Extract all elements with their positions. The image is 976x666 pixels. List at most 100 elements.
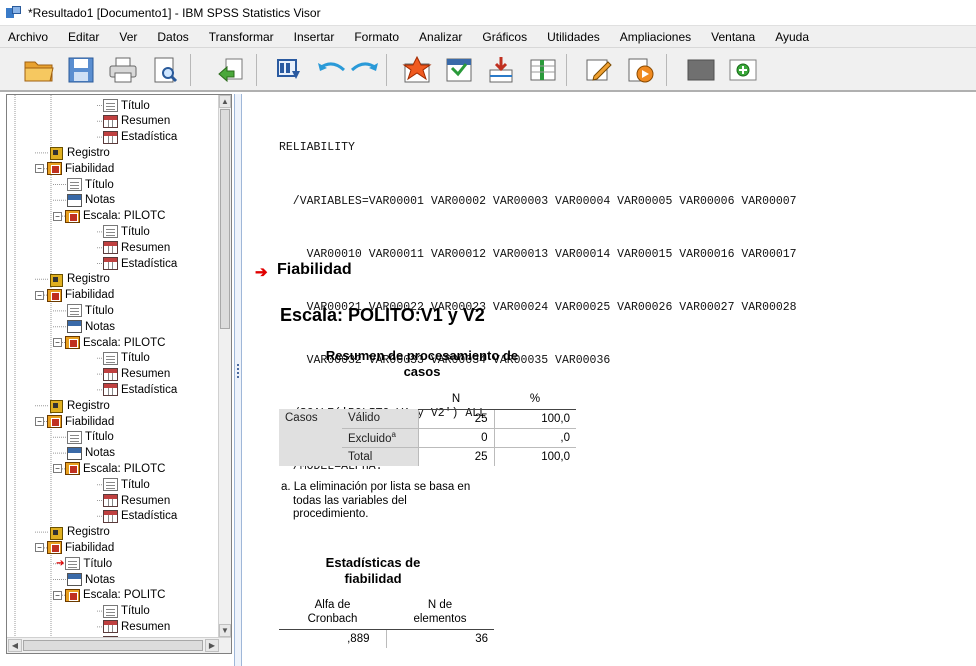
- collapse-icon[interactable]: −: [35, 290, 44, 300]
- outline-horizontal-scrollbar[interactable]: ◀ ▶: [7, 637, 231, 653]
- collapse-icon[interactable]: −: [53, 338, 62, 347]
- outline-item[interactable]: Registro: [49, 525, 110, 540]
- save-icon[interactable]: [64, 54, 98, 86]
- table-icon: [103, 241, 118, 255]
- outline-item[interactable]: Título: [103, 477, 150, 492]
- hide-icon[interactable]: [684, 54, 718, 86]
- outline-item[interactable]: − Fiabilidad: [35, 540, 114, 555]
- scroll-thumb[interactable]: [220, 109, 230, 329]
- outline-item[interactable]: − Fiabilidad: [35, 288, 114, 303]
- script-icon[interactable]: [624, 54, 658, 86]
- outline-item[interactable]: − Escala: POLITC: [53, 588, 165, 603]
- section-heading[interactable]: Fiabilidad: [277, 261, 352, 279]
- outline-item[interactable]: Título: [67, 430, 114, 445]
- insert-cases-icon[interactable]: [484, 54, 518, 86]
- redo-icon[interactable]: [348, 54, 382, 86]
- scale-heading[interactable]: Escala: POLITO:V1 y V2: [280, 305, 485, 326]
- outline-item[interactable]: − Fiabilidad: [35, 414, 114, 429]
- undo-icon[interactable]: [314, 54, 348, 86]
- current-item-arrow-icon: ➔: [255, 264, 268, 281]
- outline-item[interactable]: Título: [67, 303, 114, 318]
- menu-utilidades[interactable]: Utilidades: [537, 30, 610, 44]
- outline-tree: Título Resumen Estadística Registro − Fiabili…: [7, 95, 219, 650]
- dialog-recall-icon[interactable]: [272, 54, 306, 86]
- menu-insertar[interactable]: Insertar: [284, 30, 345, 44]
- print-preview-icon[interactable]: [148, 54, 182, 86]
- menu-graficos[interactable]: Gráficos: [472, 30, 537, 44]
- collapse-icon[interactable]: −: [35, 417, 44, 426]
- menu-formato[interactable]: Formato: [344, 30, 409, 44]
- menu-ventana[interactable]: Ventana: [701, 30, 765, 44]
- splitter-grip-icon[interactable]: [237, 364, 239, 380]
- outline-item[interactable]: Título: [103, 98, 150, 113]
- collapse-icon[interactable]: −: [53, 211, 62, 221]
- outline-item[interactable]: Notas: [67, 572, 115, 587]
- syntax-line: VAR00010 VAR00011 VAR00012 VAR00013 VAR0…: [279, 247, 797, 261]
- outline-item[interactable]: ➔ Título: [56, 556, 112, 571]
- cell-n-items: 36: [385, 629, 494, 648]
- menu-bar: Archivo Editar Ver Datos Transformar Ins…: [0, 26, 976, 48]
- menu-ampliaciones[interactable]: Ampliaciones: [610, 30, 701, 44]
- goto-case-icon[interactable]: [400, 54, 434, 86]
- scroll-down-icon[interactable]: ▼: [219, 624, 231, 637]
- log-icon: [49, 146, 64, 161]
- export-icon[interactable]: [214, 54, 248, 86]
- outline-item[interactable]: Resumen: [103, 114, 170, 129]
- scroll-right-icon[interactable]: ▶: [205, 639, 219, 652]
- outline-item[interactable]: Estadística: [103, 130, 177, 145]
- menu-transformar[interactable]: Transformar: [199, 30, 284, 44]
- insert-variables-icon[interactable]: [526, 54, 560, 86]
- outline-item-label: Fiabilidad: [65, 162, 115, 175]
- outline-item[interactable]: Notas: [67, 319, 115, 334]
- outline-item[interactable]: Título: [103, 224, 150, 239]
- horizontal-scroll-thumb[interactable]: [23, 640, 203, 651]
- outline-item[interactable]: Estadística: [103, 256, 177, 271]
- notes-icon: [67, 573, 82, 586]
- book-icon: [65, 336, 80, 349]
- collapse-icon[interactable]: −: [53, 590, 62, 600]
- show-icon[interactable]: [726, 54, 760, 86]
- outline-item[interactable]: Notas: [67, 193, 115, 208]
- table-header-row: N %: [279, 390, 576, 410]
- outline-item[interactable]: Resumen: [103, 493, 170, 508]
- outline-vertical-scrollbar[interactable]: ▲ ▼: [218, 95, 231, 637]
- outline-item[interactable]: Resumen: [103, 240, 170, 255]
- outline-item[interactable]: Título: [103, 604, 150, 619]
- outline-item[interactable]: Registro: [49, 145, 110, 161]
- menu-datos[interactable]: Datos: [147, 30, 198, 44]
- output-content-pane[interactable]: RELIABILITY /VARIABLES=VAR00001 VAR00002…: [243, 94, 976, 666]
- outline-item[interactable]: Notas: [67, 446, 115, 461]
- log-icon: [49, 399, 64, 414]
- outline-item[interactable]: − Escala: PILOTC: [53, 335, 165, 350]
- collapse-icon[interactable]: −: [35, 164, 44, 174]
- outline-item[interactable]: Resumen: [103, 619, 170, 634]
- menu-ayuda[interactable]: Ayuda: [765, 30, 819, 44]
- outline-item[interactable]: − Fiabilidad: [35, 161, 114, 176]
- scroll-left-icon[interactable]: ◀: [8, 639, 22, 652]
- outline-item[interactable]: Registro: [49, 272, 110, 287]
- outline-item[interactable]: − Escala: PILOTC: [53, 461, 165, 476]
- menu-analizar[interactable]: Analizar: [409, 30, 472, 44]
- outline-item[interactable]: Estadística: [103, 382, 177, 397]
- collapse-icon[interactable]: −: [53, 464, 62, 474]
- print-icon[interactable]: [106, 54, 140, 86]
- case-summary-table[interactable]: N % Casos Válido 25 100,0 Excluidoa 0 ,0…: [279, 390, 576, 466]
- create-edit-icon[interactable]: [582, 54, 616, 86]
- outline-item[interactable]: Registro: [49, 398, 110, 414]
- book-icon: [65, 588, 80, 602]
- outline-item[interactable]: − Escala: PILOTC: [53, 209, 165, 224]
- outline-item[interactable]: Título: [67, 177, 114, 192]
- menu-ver[interactable]: Ver: [109, 30, 147, 44]
- outline-item[interactable]: Resumen: [103, 367, 170, 382]
- menu-archivo[interactable]: Archivo: [0, 30, 58, 44]
- menu-editar[interactable]: Editar: [58, 30, 109, 44]
- collapse-icon[interactable]: −: [35, 543, 44, 553]
- pane-splitter[interactable]: [234, 94, 242, 666]
- scroll-up-icon[interactable]: ▲: [219, 95, 231, 108]
- outline-item[interactable]: Estadística: [103, 509, 177, 524]
- reliability-statistics-table[interactable]: Alfa de Cronbach N de elementos ,889 36: [279, 595, 494, 648]
- folder-open-icon[interactable]: [22, 54, 56, 86]
- goto-variable-icon[interactable]: [442, 54, 476, 86]
- outline-item[interactable]: Título: [103, 351, 150, 366]
- outline-pane[interactable]: Título Resumen Estadística Registro − Fiabili…: [6, 94, 232, 654]
